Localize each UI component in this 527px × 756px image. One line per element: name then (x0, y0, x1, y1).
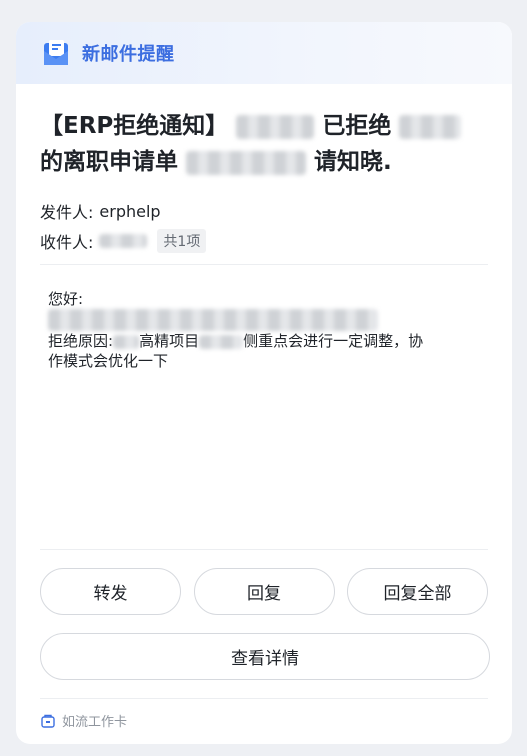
sender-row: 发件人: erphelp (40, 196, 488, 226)
redacted-content (48, 309, 378, 331)
recipient-row: 收件人: 共1项 (40, 226, 488, 256)
view-details-button[interactable]: 查看详情 (40, 633, 490, 680)
action-row: 转发 回复 回复全部 (40, 568, 488, 615)
sender-value: erphelp (99, 201, 161, 221)
mail-body: 您好: 拒绝原因: 高精项目 侧重点会进行一定调整，协 作模式会优化一下 (40, 281, 488, 537)
mail-notification-card: 新邮件提醒 【ERP拒绝通知】 已拒绝 的离职申请单 请知晓. 发件人: erp… (16, 22, 512, 744)
reason-text-a: 高精项目 (139, 332, 200, 350)
divider (40, 549, 488, 550)
reason-label: 拒绝原因: (48, 332, 114, 350)
redacted-word (113, 334, 140, 349)
mail-icon (40, 37, 72, 69)
redacted-recipient (99, 234, 148, 248)
redacted-number (186, 150, 307, 175)
greeting: 您好: (48, 290, 84, 308)
card-header: 新邮件提醒 (16, 22, 512, 84)
divider (40, 264, 488, 265)
reason-text-b: 侧重点会进行一定调整，协 (243, 332, 424, 350)
subject-part4: 请知晓. (314, 149, 392, 175)
reason-text-c: 作模式会优化一下 (48, 352, 169, 370)
subject-part3: 的离职申请单 (40, 149, 178, 175)
footer-label: 如流工作卡 (62, 715, 128, 730)
divider (40, 698, 488, 699)
recipient-count[interactable]: 共1项 (157, 229, 207, 253)
header-title: 新邮件提醒 (82, 44, 175, 65)
redacted-line (48, 309, 480, 331)
subject-part1: 【ERP拒绝通知】 (40, 113, 229, 139)
card-footer: 如流工作卡 (40, 711, 488, 730)
reply-button[interactable]: 回复 (193, 568, 335, 615)
redacted-name (399, 114, 462, 139)
sender-label: 发件人: (40, 203, 94, 222)
subject-part2: 已拒绝 (322, 113, 392, 139)
mail-subject: 【ERP拒绝通知】 已拒绝 的离职申请单 请知晓. (40, 108, 488, 180)
recipient-label: 收件人: (40, 233, 94, 252)
redacted-word (199, 334, 244, 349)
forward-button[interactable]: 转发 (40, 568, 181, 615)
work-card-icon (40, 713, 56, 729)
redacted-name (236, 114, 315, 139)
reason-line: 拒绝原因: 高精项目 侧重点会进行一定调整，协 (48, 331, 480, 351)
reply-all-button[interactable]: 回复全部 (347, 568, 488, 615)
mail-meta: 发件人: erphelp 收件人: 共1项 (40, 196, 488, 256)
